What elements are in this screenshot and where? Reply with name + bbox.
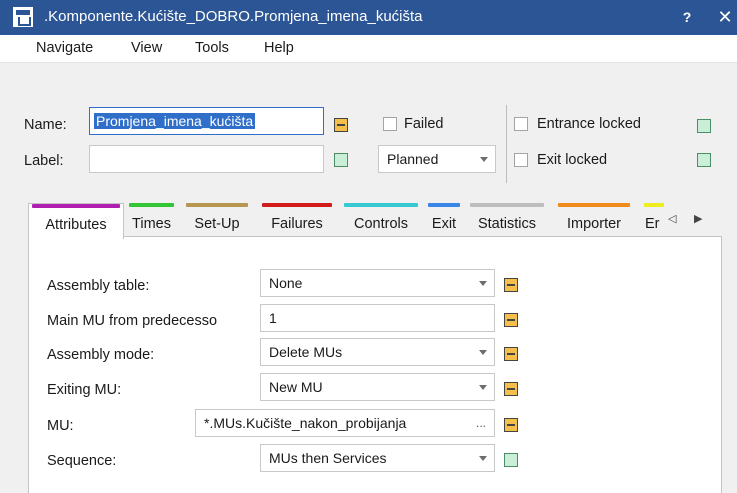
mu-value: *.MUs.Kučište_nakon_probijanja: [204, 415, 407, 431]
chevron-down-icon: [479, 456, 487, 461]
sequence-indicator-icon[interactable]: [504, 453, 518, 467]
exiting-mu-label: Exiting MU:: [47, 382, 122, 398]
tab-importer[interactable]: Importer: [554, 203, 634, 237]
mu-indicator-icon[interactable]: [504, 418, 518, 432]
tab-color-bar: [344, 203, 418, 207]
assembly-mode-label: Assembly mode:: [47, 347, 155, 363]
sequence-value: MUs then Services: [269, 450, 387, 466]
menu-view[interactable]: View: [131, 40, 162, 56]
mu-input[interactable]: *.MUs.Kučište_nakon_probijanja ...: [195, 409, 495, 437]
chevron-down-icon: [480, 157, 488, 162]
tab-controls[interactable]: Controls: [340, 203, 422, 237]
window-title: .Komponente.Kućište_DOBRO.Promjena_imena…: [44, 8, 423, 25]
exiting-mu-select[interactable]: New MU: [260, 373, 495, 401]
exit-locked-label: Exit locked: [537, 152, 608, 168]
mu-browse-button[interactable]: ...: [476, 410, 486, 436]
failed-checkbox[interactable]: [383, 117, 397, 131]
tab-scroll-right-icon[interactable]: ▶: [694, 212, 702, 225]
tab-strip: Attributes Times Set-Up Failures Control…: [28, 203, 722, 239]
assembly-table-indicator-icon[interactable]: [504, 278, 518, 292]
tab-color-bar: [644, 203, 664, 207]
tab-color-bar: [186, 203, 248, 207]
title-bar: .Komponente.Kućište_DOBRO.Promjena_imena…: [0, 0, 737, 35]
chevron-down-icon: [479, 281, 487, 286]
exit-locked-checkbox[interactable]: [514, 153, 528, 167]
label-inherit-indicator-icon[interactable]: [334, 153, 348, 167]
tab-color-bar: [32, 204, 120, 208]
assembly-mode-value: Delete MUs: [269, 344, 343, 360]
assembly-table-value: None: [269, 275, 303, 291]
tab-color-bar: [428, 203, 460, 207]
entrance-locked-label: Entrance locked: [537, 116, 641, 132]
tab-set-up[interactable]: Set-Up: [182, 203, 252, 237]
name-input-value: Promjena_imena_kućišta: [94, 113, 256, 129]
name-label: Name:: [24, 117, 67, 133]
chevron-down-icon: [479, 350, 487, 355]
help-button[interactable]: ?: [676, 6, 698, 28]
tab-exit[interactable]: Exit: [424, 203, 464, 237]
tab-label: Er: [645, 216, 660, 232]
tab-label: Controls: [354, 216, 408, 232]
sequence-label: Sequence:: [47, 453, 117, 469]
planned-select[interactable]: Planned: [378, 145, 496, 173]
label-input[interactable]: [89, 145, 324, 173]
tab-scroll-left-icon[interactable]: ◁: [668, 212, 676, 225]
close-icon[interactable]: ✕: [714, 6, 736, 28]
main-mu-value: 1: [269, 310, 277, 326]
exiting-mu-value: New MU: [269, 379, 323, 395]
entrance-locked-checkbox[interactable]: [514, 117, 528, 131]
app-icon: [13, 7, 33, 27]
main-mu-indicator-icon[interactable]: [504, 313, 518, 327]
tab-statistics[interactable]: Statistics: [466, 203, 548, 237]
tab-label: Set-Up: [194, 216, 240, 232]
menu-navigate[interactable]: Navigate: [36, 40, 93, 56]
label-label: Label:: [24, 153, 64, 169]
name-input[interactable]: Promjena_imena_kućišta: [89, 107, 324, 135]
tab-label: Times: [132, 216, 171, 232]
header-separator: [506, 105, 507, 183]
tab-failures[interactable]: Failures: [258, 203, 336, 237]
tab-attributes[interactable]: Attributes: [28, 203, 124, 239]
assembly-mode-select[interactable]: Delete MUs: [260, 338, 495, 366]
menu-help[interactable]: Help: [264, 40, 294, 56]
menu-tools[interactable]: Tools: [195, 40, 229, 56]
dialog-panel: Name: Promjena_imena_kućišta Failed Entr…: [0, 63, 737, 493]
planned-select-value: Planned: [387, 151, 439, 167]
tab-color-bar: [558, 203, 630, 207]
tab-label: Statistics: [477, 216, 536, 232]
tab-label: Attributes: [45, 217, 107, 233]
chevron-down-icon: [479, 385, 487, 390]
attributes-panel: Assembly table: None Main MU from predec…: [28, 236, 722, 493]
menu-bar: Navigate View Tools Help: [0, 35, 737, 63]
tab-times[interactable]: Times: [125, 203, 178, 237]
main-mu-label: Main MU from predecesso: [47, 313, 218, 329]
sequence-select[interactable]: MUs then Services: [260, 444, 495, 472]
assembly-table-select[interactable]: None: [260, 269, 495, 297]
tab-color-bar: [262, 203, 332, 207]
entrance-locked-indicator-icon[interactable]: [697, 119, 711, 133]
exit-locked-indicator-icon[interactable]: [697, 153, 711, 167]
mu-label: MU:: [47, 418, 74, 434]
tab-label: Importer: [567, 216, 621, 232]
exiting-mu-indicator-icon[interactable]: [504, 382, 518, 396]
assembly-table-label: Assembly table:: [47, 278, 150, 294]
name-inherit-indicator-icon[interactable]: [334, 118, 348, 132]
tab-label: Exit: [431, 216, 457, 232]
failed-label: Failed: [404, 116, 444, 132]
tab-color-bar: [470, 203, 544, 207]
tab-label: Failures: [271, 216, 323, 232]
tab-er[interactable]: Er: [640, 203, 668, 237]
assembly-mode-indicator-icon[interactable]: [504, 347, 518, 361]
tab-color-bar: [129, 203, 174, 207]
main-mu-input[interactable]: 1: [260, 304, 495, 332]
